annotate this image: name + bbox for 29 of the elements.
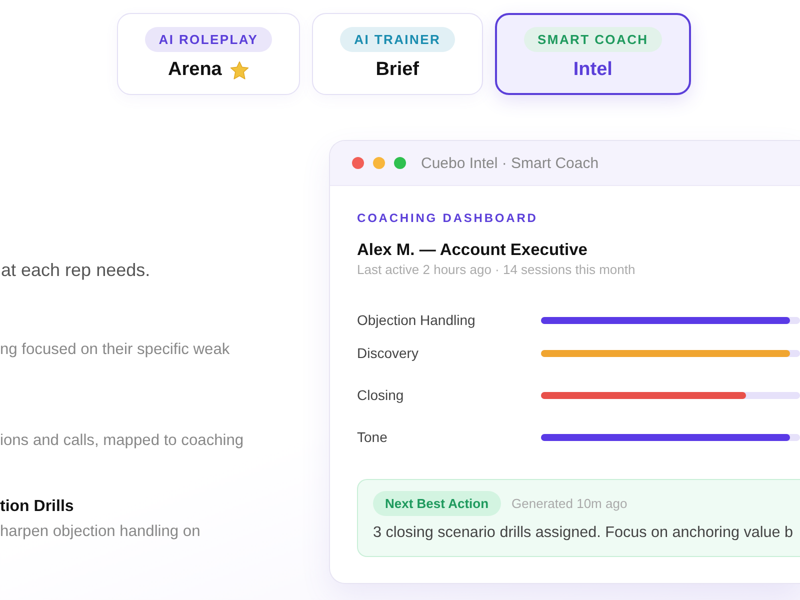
generated-time: Generated 10m ago bbox=[512, 496, 628, 511]
feature-description: ions and calls, mapped to coaching bbox=[0, 431, 245, 451]
tab-title: Brief bbox=[376, 59, 419, 81]
skill-label: Discovery bbox=[357, 345, 420, 361]
product-tab[interactable]: AI TRAINER Brief bbox=[312, 13, 483, 95]
skill-label: Objection Handling bbox=[357, 312, 476, 328]
tab-title: Intel bbox=[573, 59, 612, 81]
star-icon bbox=[230, 60, 249, 80]
tab-badge: AI TRAINER bbox=[340, 27, 455, 52]
next-action-text: 3 closing scenario drills assigned. Focus on anchoring value b bbox=[373, 524, 794, 542]
tab-badge: SMART COACH bbox=[524, 27, 662, 52]
rep-name: Alex M. — Account Executive bbox=[357, 241, 588, 260]
feature-description: ng focused on their specific weak bbox=[0, 340, 231, 360]
window-close-button[interactable] bbox=[352, 157, 364, 169]
window-title: Cuebo Intel · Smart Coach bbox=[421, 154, 599, 172]
product-tab[interactable]: AI ROLEPLAY Arena bbox=[116, 13, 300, 95]
skill-label: Closing bbox=[357, 387, 405, 403]
window-zoom-button[interactable] bbox=[394, 157, 406, 169]
skill-label: Tone bbox=[357, 429, 388, 445]
section-label: COACHING DASHBOARD bbox=[357, 211, 539, 227]
intro-text: at each rep needs. bbox=[0, 260, 152, 282]
feature-title: tion Drills bbox=[0, 497, 75, 517]
tab-badge: AI ROLEPLAY bbox=[144, 27, 272, 52]
tab-title: Arena bbox=[168, 59, 222, 81]
rep-meta: Last active 2 hours ago · 14 sessions this month bbox=[357, 262, 636, 277]
product-tab[interactable]: SMART COACH Intel bbox=[494, 13, 692, 95]
window-minimize-button[interactable] bbox=[373, 157, 385, 169]
next-action-badge: Next Best Action bbox=[373, 491, 501, 516]
feature-description: harpen objection handling on bbox=[0, 522, 202, 542]
